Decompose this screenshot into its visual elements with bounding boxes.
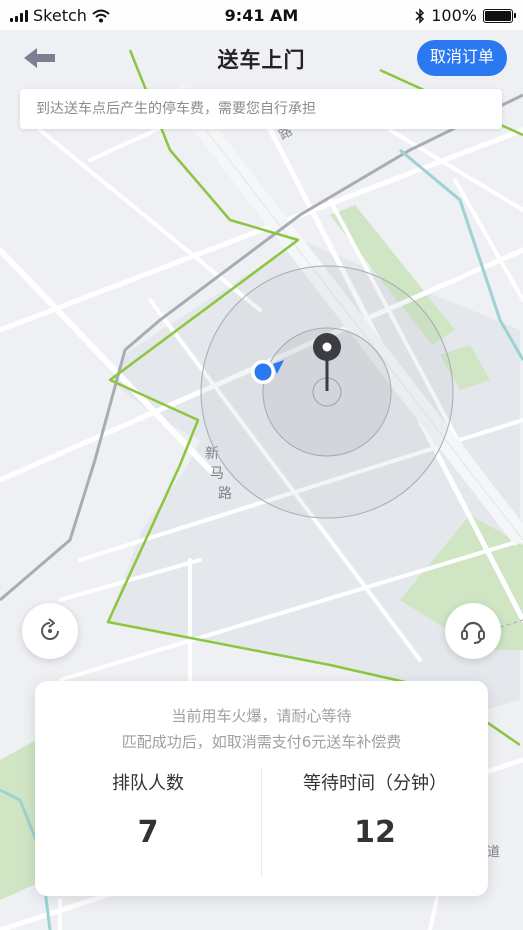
back-arrow-icon	[24, 48, 55, 68]
queue-count-stat: 排队人数 7	[35, 769, 261, 850]
customer-service-button[interactable]	[445, 603, 501, 659]
wait-time-value: 12	[354, 815, 396, 850]
queue-count-value: 7	[137, 815, 159, 850]
refresh-button[interactable]	[22, 603, 78, 659]
cancel-order-button[interactable]: 取消订单	[416, 40, 507, 76]
street-label: 路	[218, 486, 232, 502]
refresh-icon	[41, 618, 59, 640]
status-bar: Sketch 9:41 AM 100%	[0, 0, 523, 30]
battery-percent: 100%	[431, 6, 477, 25]
battery-level	[485, 10, 511, 21]
busy-message: 当前用车火爆，请耐心等待	[171, 707, 352, 725]
queue-count-label: 排队人数	[112, 773, 184, 794]
bluetooth-icon	[415, 7, 425, 24]
app-screen: 路 新 马 路 道 Sketch 9:41 AM 100% 送车上门 取消订单 …	[0, 0, 523, 930]
queue-status-card: 当前用车火爆，请耐心等待 匹配成功后，如取消需支付6元送车补偿费 排队人数 7 …	[35, 681, 488, 896]
back-button[interactable]	[18, 42, 62, 74]
headset-icon	[461, 621, 485, 644]
wait-time-label: 等待时间（分钟）	[303, 773, 447, 794]
street-label: 马	[210, 466, 224, 482]
street-label: 道	[487, 845, 500, 860]
parking-fee-notice: 到达送车点后产生的停车费，需要您自行承担	[20, 89, 502, 129]
wait-time-stat: 等待时间（分钟） 12	[262, 769, 488, 850]
status-right: 100%	[415, 6, 516, 25]
battery-icon	[483, 8, 516, 23]
cancel-fee-message: 匹配成功后，如取消需支付6元送车补偿费	[121, 733, 402, 751]
header: 送车上门 取消订单	[0, 30, 523, 86]
